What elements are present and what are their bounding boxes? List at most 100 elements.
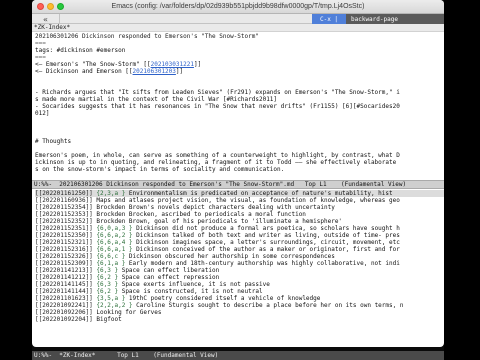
index-row[interactable]: [[202201152316]] {6,6,a,1 } Dickinson co… xyxy=(35,246,444,253)
index-row[interactable]: [[202201101623]] {3,5,a } 19thC poetry c… xyxy=(35,295,444,302)
index-row-tags: {6,1,a } xyxy=(92,260,126,267)
index-row[interactable]: [[202201141145]] {6,3 } Space exerts inf… xyxy=(35,281,444,288)
index-row-tags: {3,5,a } xyxy=(92,295,126,302)
index-row[interactable]: [[202201152321]] {6,6,a,4 } Dickinson im… xyxy=(35,239,444,246)
tab-bar: « C-x | backward-page xyxy=(32,14,444,24)
index-row[interactable]: [[202201152326]] {6,6,c } Dickinson obsc… xyxy=(35,253,444,260)
note-modeline: U:%%- 202106301206 Dickinson responded t… xyxy=(32,180,444,189)
index-row-title: Maps and atlases project vision, the vis… xyxy=(92,197,400,204)
index-row-id[interactable]: [[202201161250]] xyxy=(35,190,93,197)
note-line xyxy=(35,117,444,124)
note-line xyxy=(35,145,444,152)
index-row[interactable]: [[202201160936]] Maps and atlases projec… xyxy=(35,197,444,204)
note-line: === xyxy=(35,40,46,47)
index-row-tags: {2,3,a } xyxy=(92,190,126,197)
index-row-id[interactable]: [[202201141213]] xyxy=(35,267,93,274)
index-row-id[interactable]: [[202201152309]] xyxy=(35,260,93,267)
note-line: - Richards argues that "It sifts from Le… xyxy=(35,89,400,96)
index-row-tags: {6,6,c } xyxy=(92,253,126,260)
emacs-window: Emacs (config: /var/folders/dp/02d939b55… xyxy=(32,0,444,347)
index-modeline: U:%%- *ZK-Index* Top L1 (Fundamental Vie… xyxy=(32,351,444,360)
index-row-id[interactable]: [[202201152350]] xyxy=(35,232,93,239)
note-line-text: <— Dickinson and Emerson [[ xyxy=(35,68,133,75)
index-row-id[interactable]: [[202201152354]] xyxy=(35,204,93,211)
note-line xyxy=(35,82,444,89)
index-row-tags: {6,6,a,2 } xyxy=(92,232,133,239)
index-row-title: Dickinson did not produce a formal ars p… xyxy=(132,225,400,232)
index-row-title: Dickinson imagines space, a letter's sur… xyxy=(132,239,400,246)
screen-frame: Emacs (config: /var/folders/dp/02d939b55… xyxy=(32,0,444,360)
header-line: *ZK-Index* xyxy=(32,24,444,32)
index-row-title: Dickinson conceived of the author as a m… xyxy=(132,246,400,253)
note-line: ickinson is up to in quoting, and reline… xyxy=(35,159,397,166)
index-row-title: Looking for Gerves xyxy=(92,309,162,316)
note-line-text: ]] xyxy=(175,68,184,75)
index-row[interactable]: [[202201141212]] {6,2 } Space can effect… xyxy=(35,274,444,281)
tab-backward-page[interactable]: backward-page xyxy=(346,14,444,24)
index-row-id[interactable]: [[202201101623]] xyxy=(35,295,93,302)
index-row-id[interactable]: [[202201152326]] xyxy=(35,253,93,260)
index-row-title: Brockden Brocken, ascribed to periodical… xyxy=(92,211,306,218)
index-row-title: Space can effect liberation xyxy=(118,267,220,274)
index-row[interactable]: [[202201092204]] Bigfoot xyxy=(35,316,444,323)
index-row[interactable]: [[202201092206]] Looking for Gerves xyxy=(35,309,444,316)
index-row-tags: {6,2 } xyxy=(92,274,119,281)
index-row[interactable]: [[202201092241]] {2,2,a,2 } Caroline Stu… xyxy=(35,302,444,309)
index-row-tags: {6,3 } xyxy=(92,267,119,274)
index-row-id[interactable]: [[202201152352]] xyxy=(35,218,93,225)
note-line: - Socarides suggests that it has resonan… xyxy=(35,103,400,110)
note-link[interactable]: 202103031221 xyxy=(151,61,194,68)
note-line-text: ]] xyxy=(193,61,202,68)
note-line: <— Emerson's "The Snow-Storm" [[20210303… xyxy=(35,61,444,68)
note-line: tags: #dickinson #emerson xyxy=(35,47,126,54)
index-row-title: Early modern and 18th-century authorship… xyxy=(125,260,400,267)
index-row-id[interactable]: [[202201141145]] xyxy=(35,281,93,288)
note-line: 012] xyxy=(35,110,50,117)
index-row-title: Space is constructed, it is not neutral xyxy=(118,288,263,295)
note-line: # Thoughts xyxy=(35,138,72,145)
index-row-id[interactable]: [[202201152351]] xyxy=(35,225,93,232)
index-row-id[interactable]: [[202201141144]] xyxy=(35,288,93,295)
zk-index-buffer[interactable]: [[202201161250]] {2,3,a } Environmentali… xyxy=(32,189,444,337)
tab-active[interactable]: C-x | xyxy=(312,14,346,24)
index-row-title: Caroline Sturgis sought to describe a pl… xyxy=(132,302,404,309)
note-line xyxy=(35,75,444,82)
index-row[interactable]: [[202201152353]] Brockden Brocken, ascri… xyxy=(35,211,444,218)
index-row-id[interactable]: [[202201152321]] xyxy=(35,239,93,246)
note-buffer[interactable]: 202106301206 Dickinson responded to Emer… xyxy=(32,32,444,180)
index-row-id[interactable]: [[202201152353]] xyxy=(35,211,93,218)
index-row-title: Dickinson obscured her authorship in som… xyxy=(125,253,335,260)
note-line-text: <— Emerson's "The Snow-Storm" [[ xyxy=(35,61,151,68)
index-row-tags: {6,6,a,4 } xyxy=(92,239,133,246)
index-row-id[interactable]: [[202201092241]] xyxy=(35,302,93,309)
index-row[interactable]: [[202201161250]] {2,3,a } Environmentali… xyxy=(35,190,444,197)
index-row-id[interactable]: [[202201152316]] xyxy=(35,246,93,253)
index-row-id[interactable]: [[202201141212]] xyxy=(35,274,93,281)
index-row-tags: {6,0,a,3 } xyxy=(92,225,133,232)
index-row[interactable]: [[202201152354]] Brockden Brown's novels… xyxy=(35,204,444,211)
index-row[interactable]: [[202201141144]] {6,2 } Space is constru… xyxy=(35,288,444,295)
index-row[interactable]: [[202201152351]] {6,0,a,3 } Dickinson di… xyxy=(35,225,444,232)
tab-nav-back-icon[interactable]: « xyxy=(32,14,60,24)
note-line: <— Dickinson and Emerson [[202106301203]… xyxy=(35,68,444,75)
index-row[interactable]: [[202201152350]] {6,6,a,2 } Dickinson ta… xyxy=(35,232,444,239)
index-row[interactable]: [[202201141213]] {6,3 } Space can effect… xyxy=(35,267,444,274)
index-row-tags: {6,6,a,1 } xyxy=(92,246,133,253)
index-row-id[interactable]: [[202201092206]] xyxy=(35,309,93,316)
index-row-title: Bigfoot xyxy=(92,316,122,323)
note-line xyxy=(35,124,444,131)
index-row[interactable]: [[202201152352]] Brockden Brown, goal of… xyxy=(35,218,444,225)
index-row-tags: {6,2 } xyxy=(92,288,119,295)
index-row-id[interactable]: [[202201092204]] xyxy=(35,316,93,323)
index-row-title: Dickinson talked of both text and writer… xyxy=(132,232,400,239)
index-row[interactable]: [[202201152309]] {6,1,a } Early modern a… xyxy=(35,260,444,267)
index-row-tags: {6,3 } xyxy=(92,281,119,288)
index-row-title: Space exerts influence, it is not passiv… xyxy=(118,281,270,288)
note-line: === xyxy=(35,54,46,61)
note-line: s made more martial in the context of th… xyxy=(35,96,278,103)
window-title: Emacs (config: /var/folders/dp/02d939b55… xyxy=(111,3,365,10)
note-link[interactable]: 202106301203 xyxy=(133,68,176,75)
index-row-title: Brockden Brown's novels depict character… xyxy=(92,204,335,211)
index-row-tags: {2,2,a,2 } xyxy=(92,302,133,309)
index-row-id[interactable]: [[202201160936]] xyxy=(35,197,93,204)
